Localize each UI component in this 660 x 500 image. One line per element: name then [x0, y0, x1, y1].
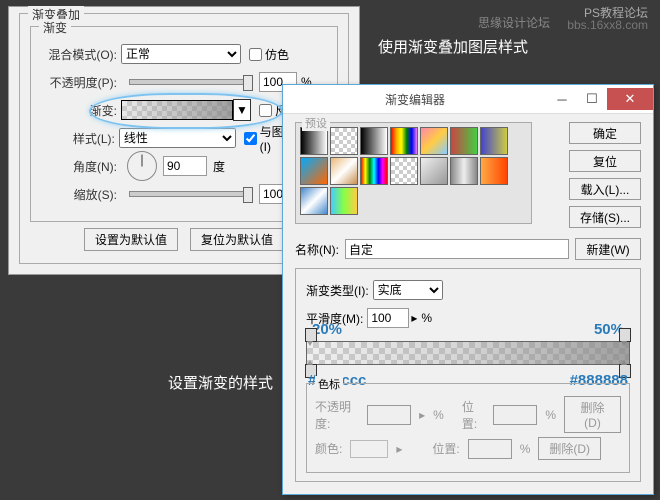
- preset-swatch[interactable]: [420, 157, 448, 185]
- presets-box: 预设: [295, 122, 532, 224]
- type-label: 渐变类型(I):: [306, 282, 369, 299]
- minimize-button[interactable]: ─: [547, 88, 577, 110]
- scale-slider[interactable]: [129, 191, 251, 197]
- preset-swatch[interactable]: [330, 187, 358, 215]
- preset-swatch[interactable]: [300, 127, 328, 155]
- colorstops-label: 色标: [315, 376, 343, 392]
- style-select[interactable]: 线性: [119, 128, 236, 148]
- annotation-use-gradient: 使用渐变叠加图层样式: [378, 36, 528, 57]
- titlebar[interactable]: 渐变编辑器 ─ ☐ ✕: [283, 85, 653, 114]
- preset-swatch[interactable]: [390, 127, 418, 155]
- dither-checkbox[interactable]: [249, 48, 262, 61]
- type-select[interactable]: 实底: [373, 280, 443, 300]
- preset-swatch[interactable]: [450, 157, 478, 185]
- angle-label: 角度(N):: [39, 158, 117, 175]
- cs-pos-label: 位置:: [462, 398, 486, 432]
- reset-default-button[interactable]: 复位为默认值: [190, 228, 284, 251]
- preset-swatch[interactable]: [450, 127, 478, 155]
- angle-widget[interactable]: [127, 151, 157, 181]
- preset-swatch[interactable]: [480, 157, 508, 185]
- preset-swatch[interactable]: [480, 127, 508, 155]
- opacity-stop-left[interactable]: [305, 328, 317, 342]
- cs-opacity-label: 不透明度:: [315, 398, 359, 432]
- ok-button[interactable]: 确定: [569, 122, 641, 144]
- gradient-section: 渐变类型(I): 实底 平滑度(M): ▸ % 20% 50% #cccccc: [295, 268, 641, 482]
- preset-swatch[interactable]: [360, 157, 388, 185]
- style-label: 样式(L):: [39, 130, 115, 147]
- opacity-stop-right[interactable]: [619, 328, 631, 342]
- gradient-bar[interactable]: [306, 341, 630, 365]
- inner-title: 渐变: [39, 19, 71, 36]
- new-button[interactable]: 新建(W): [575, 238, 641, 260]
- cs-delete-button: 删除(D): [564, 396, 621, 433]
- opacity-slider[interactable]: [129, 79, 251, 85]
- align-checkbox[interactable]: [244, 132, 257, 145]
- cs-pos-input: [493, 405, 537, 425]
- cs-color-label: 颜色:: [315, 440, 342, 457]
- cs-pos2-input: [468, 439, 512, 459]
- close-button[interactable]: ✕: [607, 88, 653, 110]
- watermark: 思缘设计论坛: [478, 14, 550, 31]
- cs-pct: %: [433, 408, 444, 422]
- preset-swatch[interactable]: [420, 127, 448, 155]
- cs-opacity-input: [367, 405, 411, 425]
- load-button[interactable]: 载入(L)...: [569, 178, 641, 200]
- angle-input[interactable]: [163, 156, 207, 176]
- gradient-editor-window: 渐变编辑器 ─ ☐ ✕ 预设 确定 复位 载入(L)... 存储(S)... 名…: [282, 84, 654, 495]
- smooth-input[interactable]: [367, 308, 409, 328]
- cs-pct2: %: [545, 408, 556, 422]
- smooth-unit: %: [421, 311, 432, 325]
- blend-mode-label: 混合模式(O):: [39, 46, 117, 63]
- cs-color-swatch: [350, 440, 388, 458]
- preset-swatch[interactable]: [360, 127, 388, 155]
- angle-unit: 度: [213, 158, 225, 175]
- set-default-button[interactable]: 设置为默认值: [84, 228, 178, 251]
- window-title: 渐变编辑器: [283, 91, 547, 108]
- cs-pos2-label: 位置:: [432, 440, 459, 457]
- preset-swatch[interactable]: [330, 127, 358, 155]
- gradient-preview[interactable]: [121, 100, 233, 120]
- cs-delete2-button: 删除(D): [538, 437, 601, 460]
- cancel-button[interactable]: 复位: [569, 150, 641, 172]
- maximize-button[interactable]: ☐: [577, 88, 607, 110]
- preset-swatch[interactable]: [330, 157, 358, 185]
- cs-pct3: %: [520, 442, 531, 456]
- name-label: 名称(N):: [295, 241, 339, 258]
- save-button[interactable]: 存储(S)...: [569, 206, 641, 228]
- dither-label: 仿色: [265, 46, 289, 63]
- blend-mode-select[interactable]: 正常: [121, 44, 241, 64]
- preset-swatch[interactable]: [390, 157, 418, 185]
- name-input[interactable]: [345, 239, 569, 259]
- opacity-label: 不透明度(P):: [39, 74, 117, 91]
- watermark: bbs.16xx8.com: [567, 18, 648, 32]
- presets-label: 预设: [302, 115, 330, 131]
- preset-swatch[interactable]: [300, 187, 328, 215]
- preset-swatch[interactable]: [300, 157, 328, 185]
- annotation-set-style: 设置渐变的样式: [168, 372, 273, 393]
- scale-label: 缩放(S):: [39, 186, 117, 203]
